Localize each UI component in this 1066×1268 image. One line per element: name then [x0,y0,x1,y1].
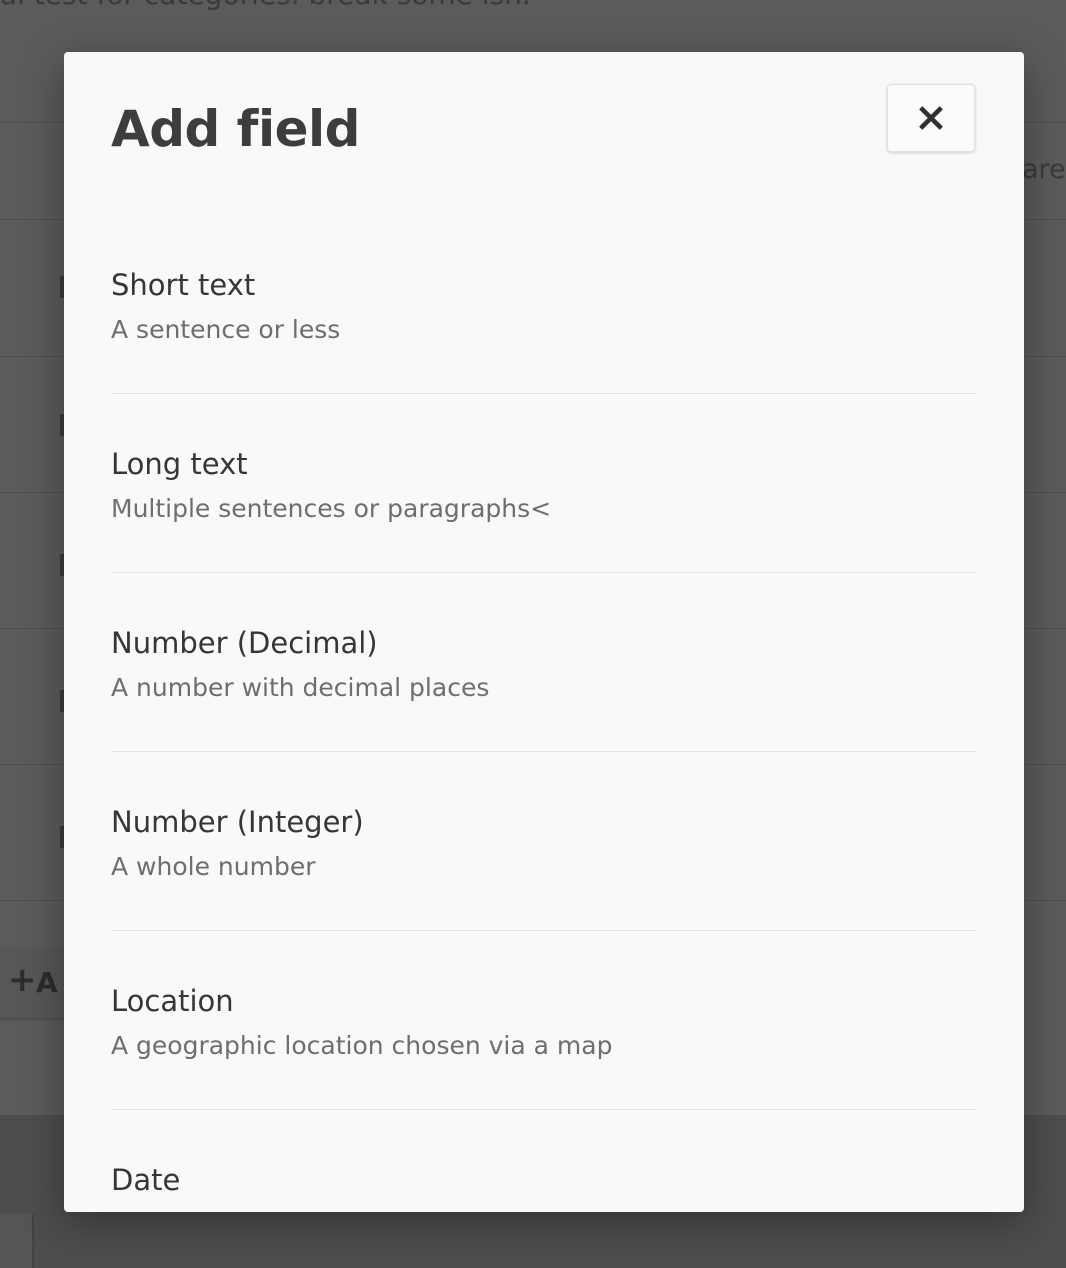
field-option-short-text[interactable]: Short text A sentence or less [111,215,976,394]
plus-icon: + [8,960,37,1000]
add-field-modal: Add field Short text A sentence or less … [64,52,1024,1212]
background-side-text: are [1022,154,1066,185]
field-option-number-decimal[interactable]: Number (Decimal) A number with decimal p… [111,573,976,752]
field-option-description: Multiple sentences or paragraphs< [111,494,552,523]
field-option-name: Date [111,1163,181,1197]
field-option-description: A geographic location chosen via a map [111,1031,613,1060]
field-option-description: A number with decimal places [111,673,490,702]
field-option-name: Location [111,984,234,1018]
field-option-number-integer[interactable]: Number (Integer) A whole number [111,752,976,931]
field-option-name: Number (Decimal) [111,626,378,660]
close-icon [919,106,943,130]
field-option-name: Number (Integer) [111,805,364,839]
field-option-description: A whole number [111,852,316,881]
modal-title: Add field [111,100,360,158]
field-type-list: Short text A sentence or less Long text … [111,215,976,1212]
field-option-name: Long text [111,447,248,481]
field-option-date[interactable]: Date [111,1110,976,1212]
background-footer-panel [0,1213,34,1268]
field-option-name: Short text [111,268,256,302]
field-option-description: A sentence or less [111,315,341,344]
background-add-field-label: A [36,966,58,999]
close-button[interactable] [887,84,975,152]
background-page-text: al test for categories. break some ish. [0,0,531,11]
field-option-location[interactable]: Location A geographic location chosen vi… [111,931,976,1110]
field-option-long-text[interactable]: Long text Multiple sentences or paragrap… [111,394,976,573]
